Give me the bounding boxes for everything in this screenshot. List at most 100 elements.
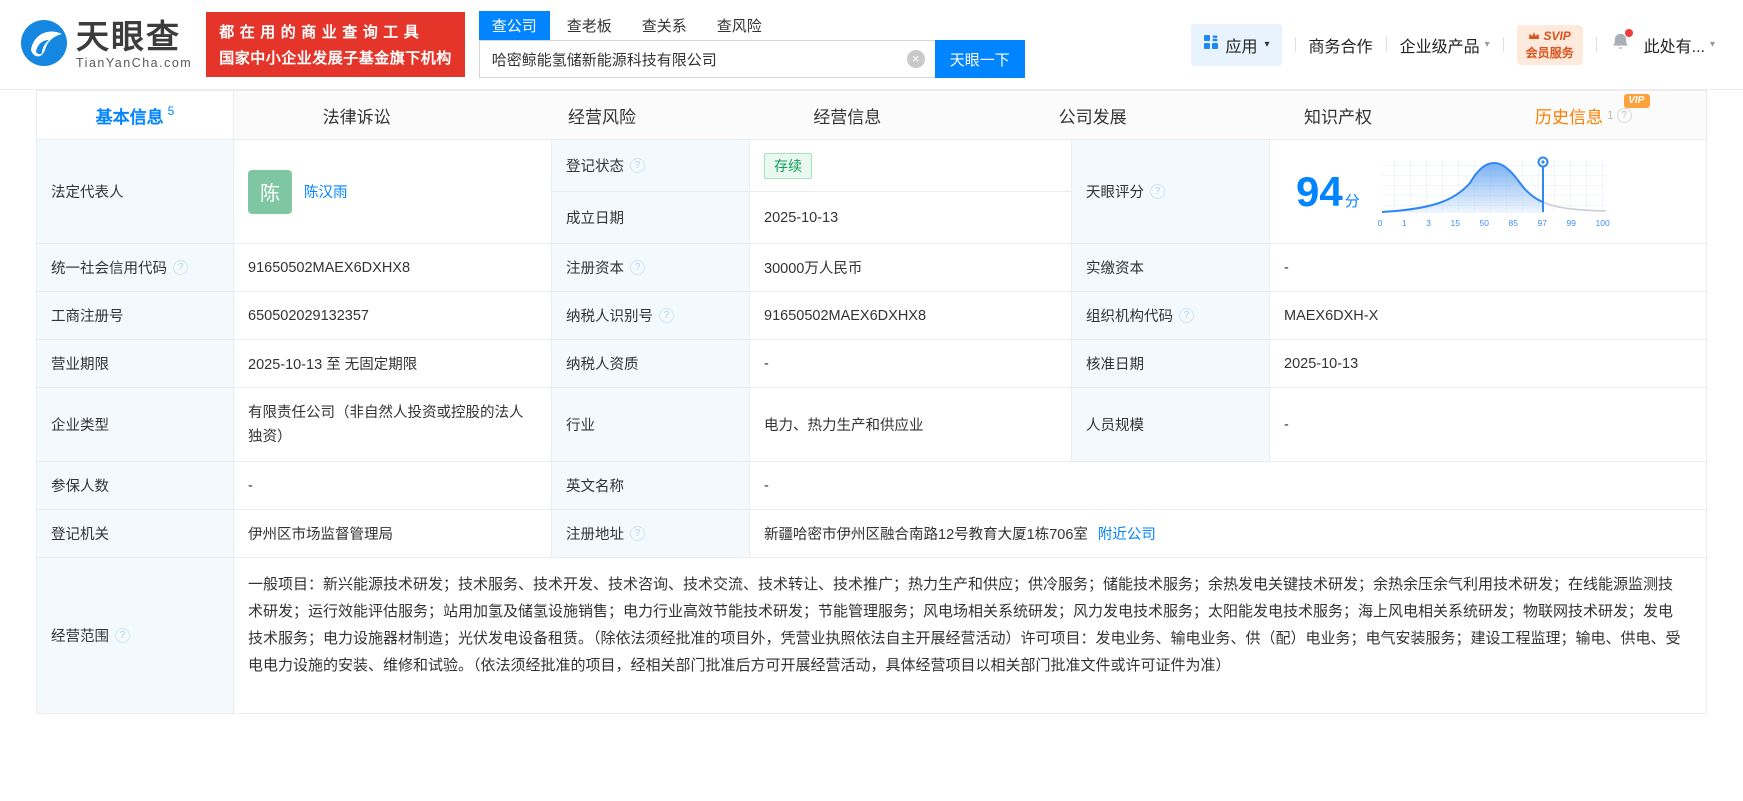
help-icon[interactable]: ? xyxy=(659,308,674,323)
org-code-label: 组织机构代码? xyxy=(1072,292,1270,339)
divider xyxy=(1595,37,1597,52)
tab-legal-litigation[interactable]: 法律诉讼 xyxy=(234,91,479,139)
search-tab-relation[interactable]: 查关系 xyxy=(629,11,700,40)
chevron-down-icon: ▾ xyxy=(1709,39,1715,50)
table-row: 法定代表人 陈 陈汉雨 登记状态? 存续 成立日期 2025-10-13 天眼评… xyxy=(37,140,1706,244)
chevron-down-icon: ▾ xyxy=(1264,39,1270,50)
logo[interactable]: 天眼查 TianYanCha.com xyxy=(20,19,192,70)
score-unit: 分 xyxy=(1344,192,1360,210)
establish-date-label: 成立日期 xyxy=(552,192,750,243)
chart-axis-ticks: 0 1 3 15 50 85 97 99 100 xyxy=(1377,218,1610,228)
tab-operation-risk[interactable]: 经营风险 xyxy=(479,91,724,139)
section-tabs: 基本信息 5 法律诉讼 经营风险 经营信息 公司发展 知识产权 VIP 历史信息 … xyxy=(36,90,1707,140)
help-icon[interactable]: ? xyxy=(115,628,130,643)
company-type-label: 企业类型 xyxy=(37,388,234,461)
divider xyxy=(1294,37,1296,52)
tab-intellectual-property[interactable]: 知识产权 xyxy=(1215,91,1460,139)
legal-rep-label: 法定代表人 xyxy=(37,140,234,243)
table-row: 统一社会信用代码? 91650502MAEX6DXHX8 注册资本? 30000… xyxy=(37,244,1706,292)
crown-icon xyxy=(1528,29,1540,43)
business-term-value: 2025-10-13 至 无固定期限 xyxy=(234,340,552,387)
reg-address-value: 新疆哈密市伊州区融合南路12号教育大厦1栋706室 附近公司 xyxy=(750,510,1706,557)
tab-company-development[interactable]: 公司发展 xyxy=(970,91,1215,139)
english-name-value: - xyxy=(764,477,769,494)
table-row: 企业类型 有限责任公司（非自然人投资或控股的法人独资） 行业 电力、热力生产和供… xyxy=(37,388,1706,462)
divider xyxy=(1502,37,1504,52)
notifications-bell[interactable] xyxy=(1610,28,1633,58)
avatar[interactable]: 陈 xyxy=(248,169,292,214)
chevron-down-icon: ▾ xyxy=(1484,39,1490,50)
brand-name: 天眼查 xyxy=(76,17,181,55)
notification-dot xyxy=(1624,28,1633,37)
svip-membership-badge[interactable]: SVIP 会员服务 xyxy=(1516,24,1583,65)
vip-tag: VIP xyxy=(1624,94,1651,108)
credit-code-value: 91650502MAEX6DXHX8 xyxy=(234,244,552,291)
staff-size-label: 人员规模 xyxy=(1072,388,1270,461)
business-scope-value: 一般项目：新兴能源技术研发；技术服务、技术开发、技术咨询、技术交流、技术转让、技… xyxy=(248,576,1681,674)
help-icon[interactable]: ? xyxy=(1616,107,1632,123)
reg-status-value: 存续 xyxy=(750,140,1072,191)
brand-domain: TianYanCha.com xyxy=(76,55,193,70)
reg-capital-value: 30000万人民币 xyxy=(750,244,1072,291)
help-icon[interactable]: ? xyxy=(1150,184,1165,199)
site-header: 天眼查 TianYanCha.com 都在用的商业查询工具 国家中小企业发展子基… xyxy=(0,0,1743,90)
search-input[interactable] xyxy=(478,40,935,78)
industry-label: 行业 xyxy=(552,388,750,461)
reg-authority-value: 伊州区市场监督管理局 xyxy=(234,510,552,557)
reg-address-label: 注册地址? xyxy=(552,510,750,557)
search-tab-risk[interactable]: 查风险 xyxy=(704,11,775,40)
promo-banner: 都在用的商业查询工具 国家中小企业发展子基金旗下机构 xyxy=(206,12,465,77)
reg-status-label: 登记状态? xyxy=(552,140,750,191)
logo-swirl-icon xyxy=(20,19,68,70)
paid-capital-value: - xyxy=(1284,259,1289,276)
taxpayer-quality-label: 纳税人资质 xyxy=(552,340,750,387)
status-badge: 存续 xyxy=(764,152,812,179)
tab-history-info[interactable]: VIP 历史信息 1 ? xyxy=(1461,91,1706,139)
promo-line1: 都在用的商业查询工具 xyxy=(219,24,425,41)
basic-info-table: 法定代表人 陈 陈汉雨 登记状态? 存续 成立日期 2025-10-13 天眼评… xyxy=(36,140,1707,714)
search-tab-company[interactable]: 查公司 xyxy=(478,11,550,40)
tab-operation-info[interactable]: 经营信息 xyxy=(725,91,970,139)
help-icon[interactable]: ? xyxy=(630,526,645,541)
taxpayer-id-value: 91650502MAEX6DXHX8 xyxy=(750,292,1072,339)
help-icon[interactable]: ? xyxy=(630,260,645,275)
english-name-label: 英文名称 xyxy=(552,462,750,509)
reg-number-value: 650502029132357 xyxy=(234,292,552,339)
search-tabs: 查公司 查老板 查关系 查风险 xyxy=(478,11,1025,40)
app-grid-icon xyxy=(1203,34,1219,55)
nearby-companies-link[interactable]: 附近公司 xyxy=(1098,523,1156,544)
apps-menu[interactable]: 应用 ▾ xyxy=(1190,23,1282,66)
apps-label: 应用 xyxy=(1225,38,1258,56)
divider xyxy=(1385,37,1387,52)
search-button[interactable]: 天眼一下 xyxy=(934,40,1025,78)
taxpayer-id-label: 纳税人识别号? xyxy=(552,292,750,339)
table-row: 营业期限 2025-10-13 至 无固定期限 纳税人资质 - 核准日期 202… xyxy=(37,340,1706,388)
taxpayer-quality-value: - xyxy=(750,340,1072,387)
nav-business-cooperation[interactable]: 商务合作 xyxy=(1309,33,1373,57)
establish-date-value: 2025-10-13 xyxy=(750,192,1072,243)
help-icon[interactable]: ? xyxy=(1179,308,1194,323)
table-row: 经营范围? 一般项目：新兴能源技术研发；技术服务、技术开发、技术咨询、技术交流、… xyxy=(37,558,1706,713)
insured-count-value: - xyxy=(234,462,552,509)
nav-enterprise-products[interactable]: 企业级产品 ▾ xyxy=(1400,33,1490,57)
clear-search-icon[interactable]: × xyxy=(906,50,925,68)
reg-authority-label: 登记机关 xyxy=(37,510,234,557)
score-value: 94 分 0 1 3 15 50 85 97 99 100 xyxy=(1270,140,1706,243)
user-menu[interactable]: 此处有... ▾ xyxy=(1644,33,1715,57)
svip-sublabel: 会员服务 xyxy=(1525,45,1574,60)
approval-date-label: 核准日期 xyxy=(1072,340,1270,387)
promo-line2: 国家中小企业发展子基金旗下机构 xyxy=(219,50,452,67)
tab-basic-info[interactable]: 基本信息 5 xyxy=(37,91,234,139)
company-type-value: 有限责任公司（非自然人投资或控股的法人独资） xyxy=(234,388,552,461)
tab-count: 5 xyxy=(167,104,175,118)
help-icon[interactable]: ? xyxy=(173,260,188,275)
legal-rep-link[interactable]: 陈汉雨 xyxy=(304,181,348,202)
search-block: 查公司 查老板 查关系 查风险 × 天眼一下 xyxy=(478,11,1025,78)
paid-capital-label: 实缴资本 xyxy=(1072,244,1270,291)
status-date-block: 登记状态? 存续 成立日期 2025-10-13 xyxy=(552,140,1072,243)
credit-code-label: 统一社会信用代码? xyxy=(37,244,234,291)
business-scope-label: 经营范围? xyxy=(37,558,234,713)
help-icon[interactable]: ? xyxy=(630,158,645,173)
staff-size-value: - xyxy=(1284,416,1289,433)
search-tab-boss[interactable]: 查老板 xyxy=(554,11,625,40)
